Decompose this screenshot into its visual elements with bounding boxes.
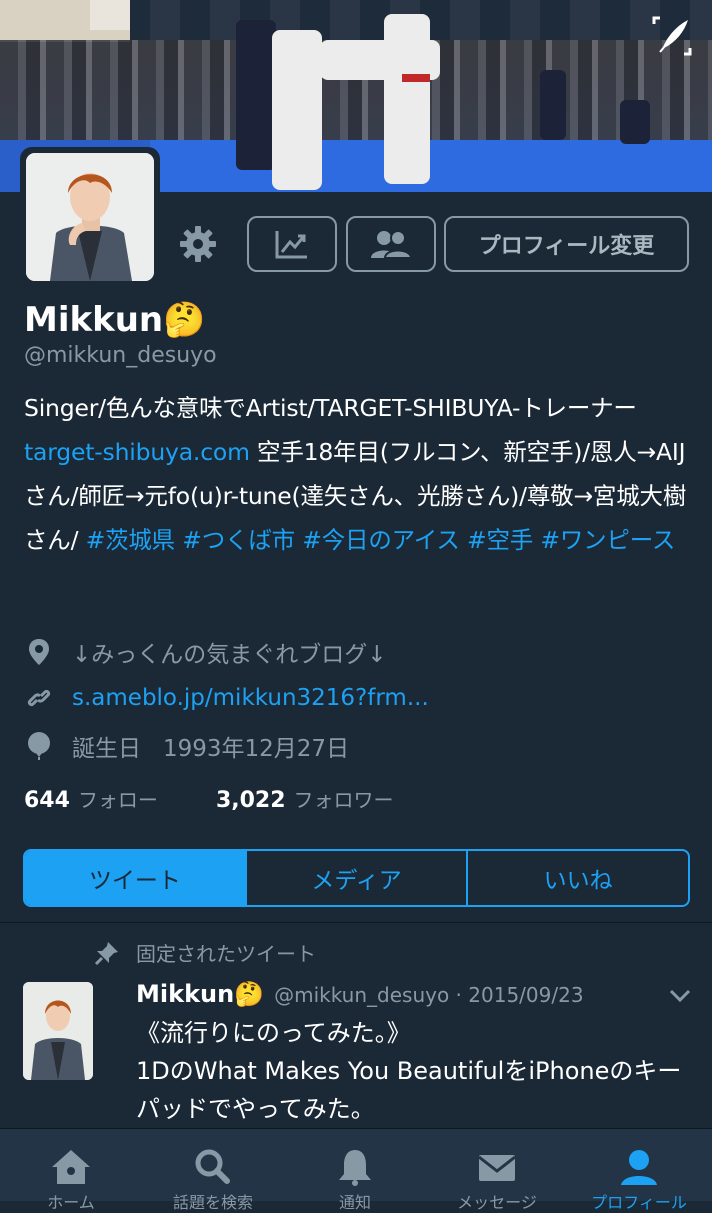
profile-bio: Singer/色んな意味でArtist/TARGET-SHIBUYA-トレーナー… bbox=[24, 386, 694, 562]
mail-icon bbox=[475, 1147, 519, 1187]
bio-link[interactable]: target-shibuya.com bbox=[24, 438, 250, 466]
people-icon bbox=[371, 230, 413, 259]
hashtag-link[interactable]: #ワンピース bbox=[540, 526, 675, 554]
banner-referee bbox=[236, 20, 276, 170]
nav-notifications-label: 通知 bbox=[338, 1193, 371, 1212]
nav-notifications[interactable]: 通知 bbox=[284, 1129, 426, 1212]
hashtag-link[interactable]: #今日のアイス bbox=[302, 526, 460, 554]
analytics-button[interactable] bbox=[247, 216, 337, 272]
profile-location: ↓みっくんの気まぐれブログ↓ bbox=[24, 634, 387, 670]
location-text: ↓みっくんの気まぐれブログ↓ bbox=[72, 642, 387, 668]
tab-likes[interactable]: いいね bbox=[468, 851, 688, 905]
search-icon bbox=[191, 1147, 235, 1187]
banner-sign-detail bbox=[90, 0, 130, 30]
profile-stats: 644 フォロー 3,022 フォロワー bbox=[24, 784, 394, 813]
bell-icon bbox=[333, 1147, 377, 1187]
profile-avatar[interactable] bbox=[20, 147, 160, 287]
nav-messages[interactable]: メッセージ bbox=[426, 1129, 568, 1212]
lists-button[interactable] bbox=[346, 216, 436, 272]
banner-fighter-left bbox=[272, 30, 322, 190]
nav-profile[interactable]: プロフィール bbox=[568, 1129, 710, 1212]
banner-mat-blue bbox=[150, 140, 712, 192]
profile-website[interactable]: s.ameblo.jp/mikkun3216?frm... bbox=[24, 680, 429, 716]
gear-icon bbox=[180, 226, 216, 262]
following-label: フォロー bbox=[77, 788, 158, 812]
followers-label: フォロワー bbox=[293, 788, 394, 812]
profile-tabs: ツイート メディア いいね bbox=[23, 849, 690, 907]
link-icon bbox=[24, 683, 54, 713]
tweet-text: 《流行りにのってみた。》 1DのWhat Makes You Beautiful… bbox=[136, 1019, 682, 1123]
tweet-handle-date: @mikkun_desuyo · 2015/09/23 bbox=[274, 983, 584, 1007]
birthday-value: 1993年12月27日 bbox=[163, 736, 350, 762]
website-link[interactable]: s.ameblo.jp/mikkun3216?frm... bbox=[72, 685, 429, 711]
analytics-icon bbox=[275, 231, 307, 259]
nav-home[interactable]: ホーム bbox=[0, 1129, 142, 1212]
section-divider bbox=[0, 922, 712, 923]
tweet-author-name[interactable]: Mikkun🤔 bbox=[136, 980, 264, 1008]
nav-home-label: ホーム bbox=[47, 1193, 95, 1212]
edit-image-icon[interactable] bbox=[650, 14, 694, 58]
pinned-indicator: 固定されたツイート bbox=[94, 938, 316, 967]
followers-stat[interactable]: 3,022 フォロワー bbox=[216, 784, 394, 813]
settings-button[interactable] bbox=[176, 222, 220, 266]
banner-red-belt bbox=[402, 74, 430, 82]
tab-media[interactable]: メディア bbox=[247, 851, 469, 905]
nav-search-label: 話題を検索 bbox=[172, 1193, 253, 1212]
banner-spectator bbox=[540, 70, 566, 140]
balloon-icon bbox=[24, 731, 54, 761]
edit-profile-button[interactable]: プロフィール変更 bbox=[444, 216, 689, 272]
bio-text-1: Singer/色んな意味でArtist/TARGET-SHIBUYA-トレーナー bbox=[24, 394, 637, 422]
tweet-avatar[interactable] bbox=[23, 982, 93, 1080]
birthday-label: 誕生日 bbox=[72, 736, 141, 762]
profile-birthday: 誕生日 1993年12月27日 bbox=[24, 728, 349, 764]
chevron-down-icon[interactable] bbox=[668, 986, 692, 1004]
home-icon bbox=[49, 1147, 93, 1187]
nav-messages-label: メッセージ bbox=[457, 1193, 537, 1212]
hashtag-link[interactable]: #つくば市 bbox=[182, 526, 295, 554]
banner-spectator-2 bbox=[620, 100, 650, 144]
following-count: 644 bbox=[24, 788, 70, 813]
person-icon bbox=[617, 1147, 661, 1187]
profile-handle: @mikkun_desuyo bbox=[24, 343, 217, 368]
nav-profile-label: プロフィール bbox=[591, 1193, 687, 1212]
hashtag-link[interactable]: #茨城県 bbox=[86, 526, 176, 554]
pinned-label: 固定されたツイート bbox=[136, 942, 316, 966]
avatar-image bbox=[26, 153, 154, 281]
banner-fighter-right bbox=[384, 14, 430, 184]
nav-search[interactable]: 話題を検索 bbox=[142, 1129, 284, 1212]
profile-name: Mikkun🤔 bbox=[24, 300, 206, 340]
tab-tweets[interactable]: ツイート bbox=[25, 851, 247, 905]
followers-count: 3,022 bbox=[215, 788, 286, 813]
bottom-tab-bar: ホーム 話題を検索 通知 メッセージ プロフィール bbox=[0, 1128, 712, 1212]
pin-icon bbox=[94, 940, 120, 966]
following-stat[interactable]: 644 フォロー bbox=[24, 784, 158, 813]
location-pin-icon bbox=[24, 637, 54, 667]
hashtag-link[interactable]: #空手 bbox=[467, 526, 533, 554]
tweet-header: Mikkun🤔 @mikkun_desuyo · 2015/09/23 bbox=[136, 980, 584, 1008]
